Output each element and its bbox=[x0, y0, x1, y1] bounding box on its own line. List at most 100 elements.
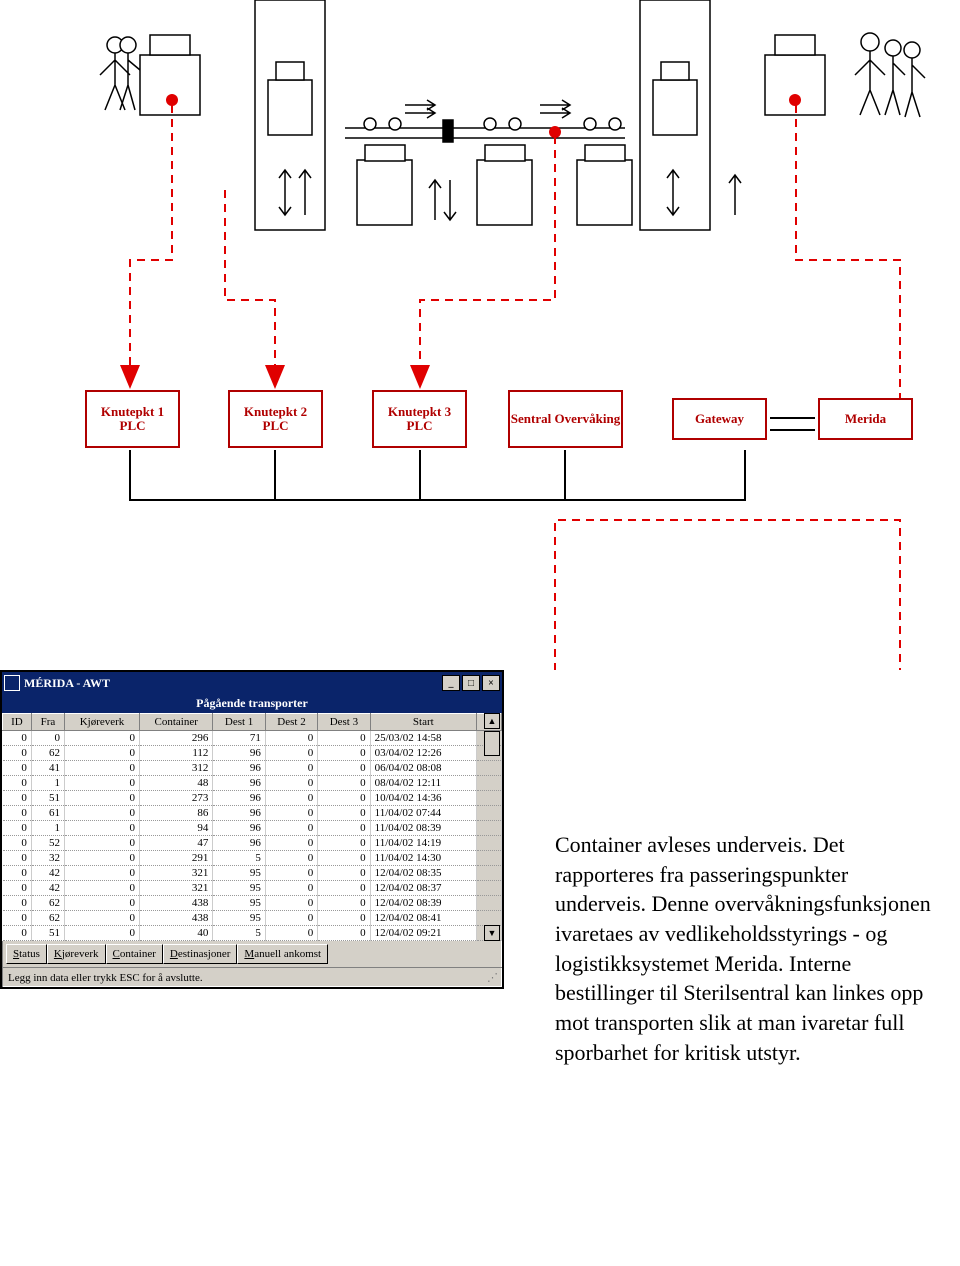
cell: 94 bbox=[140, 821, 213, 836]
col-header[interactable]: Container bbox=[140, 714, 213, 731]
cell: 291 bbox=[140, 851, 213, 866]
node-merida: Merida bbox=[818, 398, 913, 440]
table-row[interactable]: 0620112960003/04/02 12:26 bbox=[3, 746, 502, 761]
cell: 0 bbox=[265, 761, 317, 776]
merida-window: MÉRIDA - AWT _ □ × Pågående transporter … bbox=[0, 670, 504, 989]
cell: 12/04/02 08:35 bbox=[370, 866, 476, 881]
cell: 71 bbox=[213, 731, 265, 746]
table-row[interactable]: 0510273960010/04/02 14:36 bbox=[3, 791, 502, 806]
cell: 0 bbox=[3, 731, 32, 746]
scroll-up-button[interactable]: ▲ bbox=[484, 713, 500, 729]
cell: 296 bbox=[140, 731, 213, 746]
cell: 1 bbox=[31, 821, 64, 836]
titlebar[interactable]: MÉRIDA - AWT _ □ × bbox=[2, 672, 502, 694]
table-row[interactable]: 000296710025/03/02 14:58 bbox=[3, 731, 502, 746]
cell: 0 bbox=[265, 791, 317, 806]
cell: 0 bbox=[318, 806, 370, 821]
cell: 0 bbox=[318, 911, 370, 926]
table-row[interactable]: 0420321950012/04/02 08:37 bbox=[3, 881, 502, 896]
node-label: Knutepkt 1 PLC bbox=[87, 405, 178, 434]
cell: 0 bbox=[318, 836, 370, 851]
window-title: MÉRIDA - AWT bbox=[24, 676, 110, 691]
cell: 0 bbox=[318, 761, 370, 776]
col-header[interactable]: Dest 1 bbox=[213, 714, 265, 731]
action-button[interactable]: Manuell ankomst bbox=[237, 944, 328, 964]
cell: 0 bbox=[265, 746, 317, 761]
cell: 0 bbox=[65, 791, 140, 806]
node-sentral: Sentral Overvåking bbox=[508, 390, 623, 448]
close-button[interactable]: × bbox=[482, 675, 500, 691]
col-header[interactable]: Fra bbox=[31, 714, 64, 731]
cell: 12/04/02 08:39 bbox=[370, 896, 476, 911]
scroll-thumb[interactable] bbox=[484, 731, 500, 756]
cell: 0 bbox=[265, 776, 317, 791]
cell: 0 bbox=[265, 821, 317, 836]
cell: 5 bbox=[213, 926, 265, 941]
cell: 0 bbox=[265, 806, 317, 821]
scroll-down-button[interactable]: ▼ bbox=[484, 925, 500, 941]
cell: 0 bbox=[3, 791, 32, 806]
cell: 62 bbox=[31, 896, 64, 911]
table-row[interactable]: 032029150011/04/02 14:30 bbox=[3, 851, 502, 866]
table-row[interactable]: 0620438950012/04/02 08:41 bbox=[3, 911, 502, 926]
cell: 0 bbox=[265, 881, 317, 896]
cell: 11/04/02 08:39 bbox=[370, 821, 476, 836]
cell: 95 bbox=[213, 866, 265, 881]
node-knutepkt1: Knutepkt 1 PLC bbox=[85, 390, 180, 448]
table-row[interactable]: 01048960008/04/02 12:11 bbox=[3, 776, 502, 791]
cell: 0 bbox=[65, 761, 140, 776]
col-header[interactable]: Dest 3 bbox=[318, 714, 370, 731]
col-header[interactable]: ID bbox=[3, 714, 32, 731]
action-button[interactable]: Status bbox=[6, 944, 47, 964]
maximize-button[interactable]: □ bbox=[462, 675, 480, 691]
cell: 0 bbox=[31, 731, 64, 746]
col-header[interactable]: Start bbox=[370, 714, 476, 731]
cell: 62 bbox=[31, 911, 64, 926]
cell: 0 bbox=[265, 911, 317, 926]
cell: 0 bbox=[265, 866, 317, 881]
system-diagram: Knutepkt 1 PLC Knutepkt 2 PLC Knutepkt 3… bbox=[0, 0, 960, 550]
transport-table[interactable]: IDFraKjøreverkContainerDest 1Dest 2Dest … bbox=[2, 713, 502, 941]
cell: 0 bbox=[318, 746, 370, 761]
app-icon bbox=[4, 675, 20, 691]
cell: 11/04/02 14:19 bbox=[370, 836, 476, 851]
cell: 0 bbox=[3, 776, 32, 791]
node-label: Merida bbox=[845, 412, 886, 426]
col-header[interactable]: Dest 2 bbox=[265, 714, 317, 731]
cell: 0 bbox=[3, 821, 32, 836]
action-button[interactable]: Kjøreverk bbox=[47, 944, 106, 964]
table-row[interactable]: 061086960011/04/02 07:44 bbox=[3, 806, 502, 821]
table-row[interactable]: 05104050012/04/02 09:21 bbox=[3, 926, 502, 941]
cell: 0 bbox=[318, 896, 370, 911]
window-subtitle: Pågående transporter bbox=[2, 694, 502, 713]
table-row[interactable]: 0620438950012/04/02 08:39 bbox=[3, 896, 502, 911]
cell: 0 bbox=[318, 791, 370, 806]
diagram-lines bbox=[0, 0, 960, 670]
cell: 0 bbox=[318, 821, 370, 836]
cell: 0 bbox=[318, 926, 370, 941]
table-row[interactable]: 052047960011/04/02 14:19 bbox=[3, 836, 502, 851]
cell: 86 bbox=[140, 806, 213, 821]
resize-grip-icon[interactable]: ⋰ bbox=[487, 971, 496, 984]
table-row[interactable]: 0420321950012/04/02 08:35 bbox=[3, 866, 502, 881]
cell: 32 bbox=[31, 851, 64, 866]
cell: 41 bbox=[31, 761, 64, 776]
cell: 11/04/02 14:30 bbox=[370, 851, 476, 866]
col-header[interactable]: Kjøreverk bbox=[65, 714, 140, 731]
table-row[interactable]: 01094960011/04/02 08:39 bbox=[3, 821, 502, 836]
cell: 0 bbox=[265, 926, 317, 941]
status-bar: Legg inn data eller trykk ESC for å avsl… bbox=[2, 967, 502, 987]
cell: 0 bbox=[65, 731, 140, 746]
cell: 96 bbox=[213, 791, 265, 806]
cell: 0 bbox=[265, 731, 317, 746]
cell: 112 bbox=[140, 746, 213, 761]
cell: 95 bbox=[213, 911, 265, 926]
minimize-button[interactable]: _ bbox=[442, 675, 460, 691]
cell: 47 bbox=[140, 836, 213, 851]
cell: 12/04/02 08:41 bbox=[370, 911, 476, 926]
action-button[interactable]: Destinasjoner bbox=[163, 944, 238, 964]
cell: 12/04/02 09:21 bbox=[370, 926, 476, 941]
table-row[interactable]: 0410312960006/04/02 08:08 bbox=[3, 761, 502, 776]
cell: 51 bbox=[31, 926, 64, 941]
action-button[interactable]: Container bbox=[106, 944, 163, 964]
